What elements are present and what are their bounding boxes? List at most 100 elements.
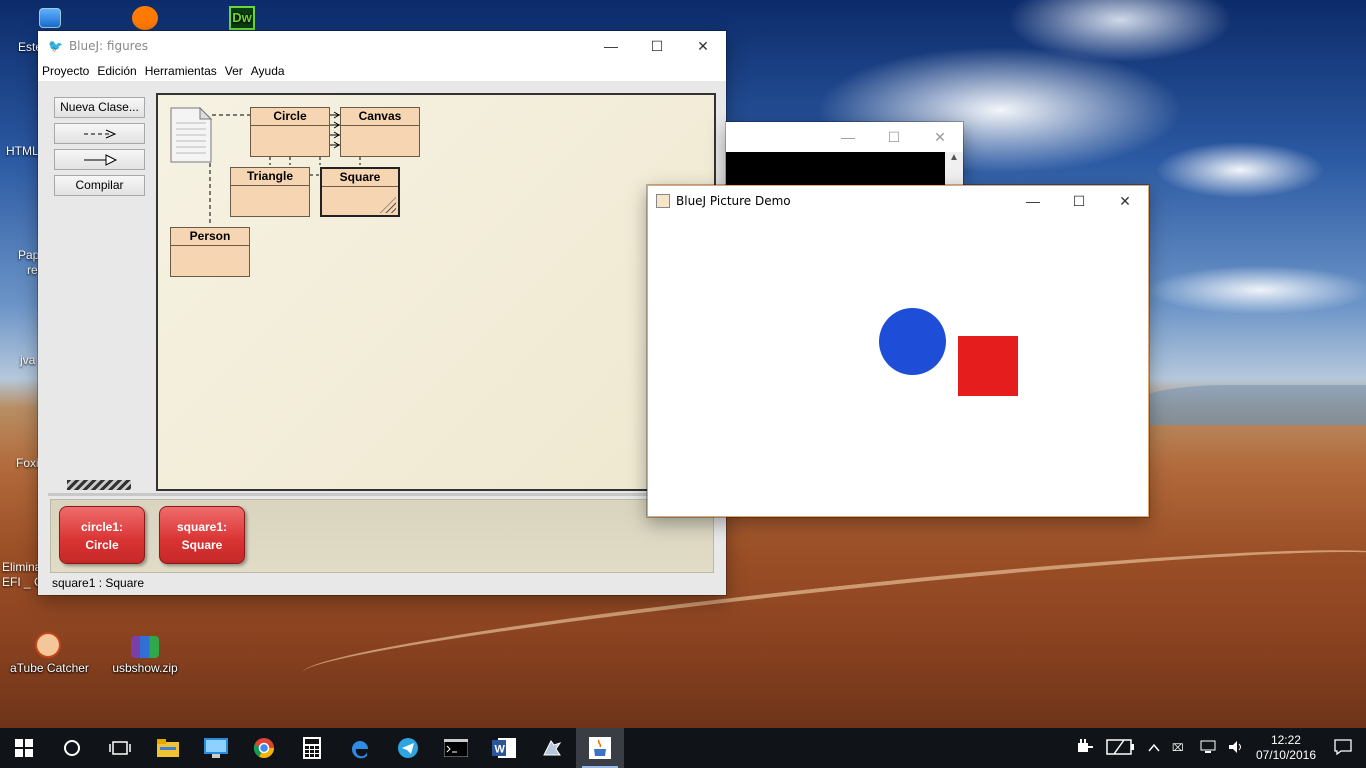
demo-close-button[interactable]: ✕: [1102, 186, 1148, 216]
object-square1[interactable]: square1: Square: [159, 506, 245, 564]
resize-handle[interactable]: [380, 197, 396, 213]
status-bar: square1 : Square: [52, 576, 145, 590]
close-button[interactable]: ✕: [680, 31, 726, 61]
minimize-button[interactable]: —: [588, 31, 634, 61]
start-button[interactable]: [0, 728, 48, 768]
class-square[interactable]: Square: [320, 167, 400, 217]
taskbar-chrome[interactable]: [240, 728, 288, 768]
pane-splitter[interactable]: [48, 493, 716, 496]
inheritance-arrow-button[interactable]: [54, 149, 145, 170]
class-triangle-name: Triangle: [231, 168, 309, 186]
class-canvas[interactable]: Canvas: [340, 107, 420, 157]
bluej-titlebar[interactable]: 🐦 BlueJ: figures — ☐ ✕: [38, 31, 726, 61]
battery-icon[interactable]: [1106, 738, 1136, 758]
task-view-button[interactable]: [96, 728, 144, 768]
desktop-label-html: HTML: [6, 144, 39, 158]
winrar-archive-icon: [131, 636, 159, 658]
power-plug-icon[interactable]: [1076, 738, 1094, 758]
machine-activity-indicator: [67, 480, 131, 490]
svg-text:W: W: [495, 744, 506, 756]
taskbar-telegram[interactable]: [384, 728, 432, 768]
demo-maximize-button[interactable]: ☐: [1056, 186, 1102, 216]
bluej-bird-icon: 🐦: [48, 39, 63, 53]
computer-icon: [39, 8, 61, 28]
word-icon: W: [492, 738, 516, 758]
bluej-menubar: Proyecto Edición Herramientas Ver Ayuda: [38, 61, 726, 81]
clock-time: 12:22: [1270, 733, 1301, 747]
uses-arrow-button[interactable]: [54, 123, 145, 144]
menu-ver[interactable]: Ver: [225, 64, 243, 78]
object-circle1-type: Circle: [85, 538, 119, 552]
windows-logo-icon: [15, 739, 33, 757]
menu-ayuda[interactable]: Ayuda: [251, 64, 285, 78]
desktop-icon-atube-catcher[interactable]: aTube Catcher: [10, 632, 89, 675]
calculator-icon: [303, 737, 321, 759]
desktop-label-jva: jva: [20, 353, 36, 367]
desktop-label-pap: Pap: [18, 248, 40, 262]
object-square1-type: Square: [181, 538, 223, 552]
demo-window-title: BlueJ Picture Demo: [676, 194, 791, 208]
menu-herramientas[interactable]: Herramientas: [145, 64, 217, 78]
terminal-output[interactable]: [726, 152, 945, 186]
cmd-icon: [444, 739, 468, 757]
menu-proyecto[interactable]: Proyecto: [42, 64, 89, 78]
desktop-icon-avast[interactable]: [130, 6, 160, 33]
class-diagram[interactable]: Circle Canvas Triangle Square Person: [156, 93, 716, 491]
wallpaper-mesa: [1140, 385, 1366, 425]
keyboard-language-icon[interactable]: ⌧: [1172, 740, 1188, 757]
lenovo-icon: [204, 738, 228, 758]
taskbar-java[interactable]: [576, 728, 624, 768]
desktop-icon-usbshow[interactable]: usbshow.zip: [107, 636, 183, 675]
terminal-close-button[interactable]: ✕: [917, 122, 963, 152]
cortana-icon: [64, 740, 80, 756]
class-circle-name: Circle: [251, 108, 329, 126]
menu-edicion[interactable]: Edición: [97, 64, 136, 78]
demo-titlebar[interactable]: BlueJ Picture Demo — ☐ ✕: [648, 186, 1148, 216]
cortana-button[interactable]: [48, 728, 96, 768]
desktop-icon-dreamweaver[interactable]: Dw: [228, 6, 256, 33]
bluej-window-title: BlueJ: figures: [68, 39, 148, 53]
object-square1-name: square1:: [176, 520, 228, 534]
picture-demo-window: BlueJ Picture Demo — ☐ ✕: [647, 185, 1149, 517]
terminal-maximize-button[interactable]: ☐: [871, 122, 917, 152]
network-icon[interactable]: [1200, 740, 1216, 757]
system-tray: ⌧ 12:22 07/10/2016: [1070, 728, 1366, 768]
taskbar-edge[interactable]: [336, 728, 384, 768]
class-triangle[interactable]: Triangle: [230, 167, 310, 217]
taskbar-bluej[interactable]: [528, 728, 576, 768]
bluej-toolbar: Nueva Clase... Compilar: [54, 97, 145, 201]
action-center-icon[interactable]: [1334, 738, 1352, 758]
taskbar-lenovo[interactable]: [192, 728, 240, 768]
readme-document-icon[interactable]: [170, 107, 212, 163]
volume-icon[interactable]: [1228, 740, 1244, 757]
maximize-button[interactable]: ☐: [634, 31, 680, 61]
class-circle[interactable]: Circle: [250, 107, 330, 157]
terminal-scrollbar[interactable]: ▲: [945, 152, 963, 186]
desktop-label-foxi: Foxi: [16, 456, 39, 470]
terminal-titlebar[interactable]: — ☐ ✕: [726, 122, 963, 152]
desktop-icon-este-equipo[interactable]: [38, 8, 62, 31]
edge-icon: [351, 741, 368, 759]
terminal-minimize-button[interactable]: —: [825, 122, 871, 152]
chevron-up-icon[interactable]: [1148, 740, 1160, 756]
class-person[interactable]: Person: [170, 227, 250, 277]
taskbar-cmd[interactable]: [432, 728, 480, 768]
demo-minimize-button[interactable]: —: [1010, 186, 1056, 216]
object-circle1[interactable]: circle1: Circle: [59, 506, 145, 564]
class-person-name: Person: [171, 228, 249, 246]
compile-button[interactable]: Compilar: [54, 175, 145, 196]
desktop-label-re: re: [27, 263, 38, 277]
java-icon: [589, 737, 611, 759]
taskbar-file-explorer[interactable]: [144, 728, 192, 768]
java-cup-icon: [656, 194, 670, 208]
inheritance-arrow-icon: [83, 154, 117, 166]
task-view-icon: [109, 741, 131, 755]
class-square-name: Square: [322, 169, 398, 187]
dreamweaver-icon: Dw: [229, 6, 255, 30]
taskbar-calculator[interactable]: [288, 728, 336, 768]
dashed-arrow-icon: [83, 129, 116, 139]
taskbar: W ⌧ 12:22 07/10/2016: [0, 728, 1366, 768]
taskbar-clock[interactable]: 12:22 07/10/2016: [1256, 733, 1316, 763]
taskbar-word[interactable]: W: [480, 728, 528, 768]
new-class-button[interactable]: Nueva Clase...: [54, 97, 145, 118]
